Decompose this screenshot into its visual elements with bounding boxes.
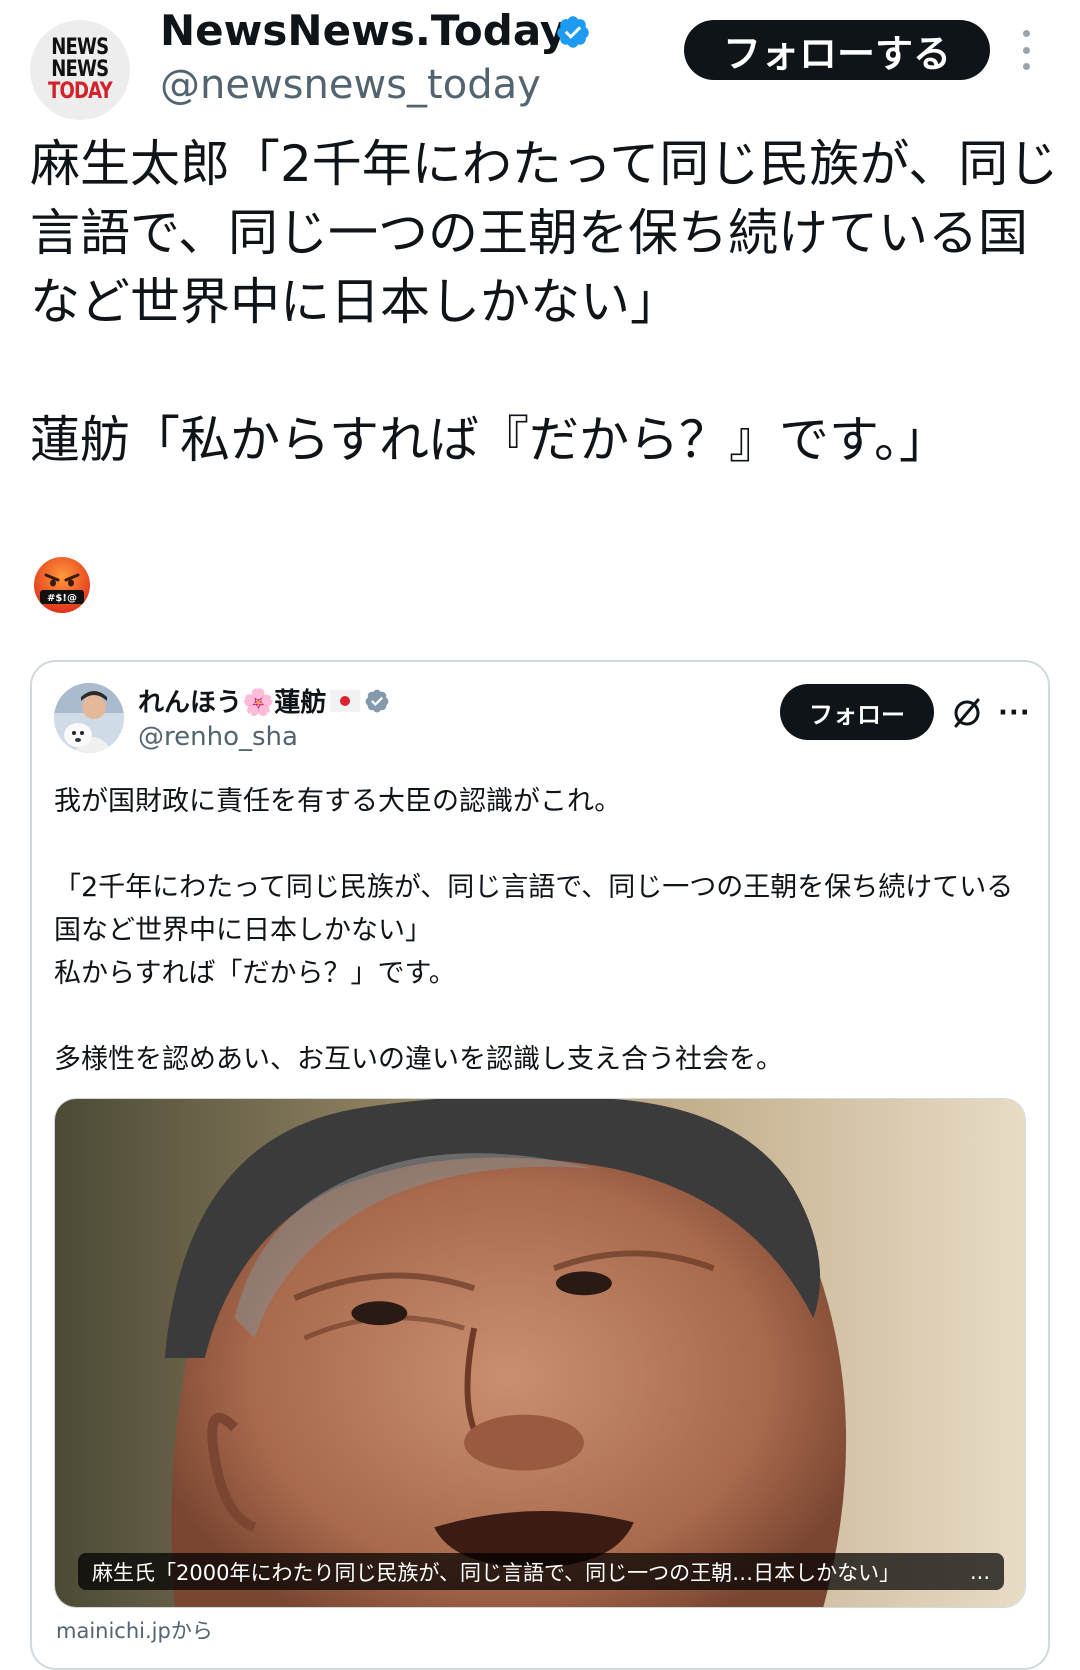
quoted-verified-badge-icon	[366, 689, 389, 712]
more-options-icon[interactable]	[1020, 30, 1032, 70]
quoted-display-name[interactable]: れんほう🌸蓮舫	[138, 682, 390, 719]
quoted-tweet-text: 我が国財政に責任を有する大臣の認識がこれ。 「2千年にわたって同じ民族が、同じ言…	[54, 786, 1014, 1075]
quoted-more-icon[interactable]: ···	[998, 698, 1031, 728]
quoted-display-name-text: れんほう🌸蓮舫	[138, 688, 327, 718]
article-caption-text: 麻生氏「2000年にわたり同じ民族が、同じ言語で、同じ一つの王朝…日本しかない」	[92, 1560, 901, 1585]
japan-flag-icon	[330, 689, 361, 712]
article-source[interactable]: mainichi.jpから	[56, 1615, 213, 1645]
logo-line-1: NEWS	[51, 35, 109, 60]
article-image[interactable]	[54, 1098, 1026, 1608]
account-avatar[interactable]: NEWS NEWS TODAY	[30, 20, 130, 120]
article-image-caption: 麻生氏「2000年にわたり同じ民族が、同じ言語で、同じ一つの王朝…日本しかない」…	[78, 1553, 1004, 1590]
grok-icon[interactable]	[950, 696, 984, 730]
verified-badge-icon	[557, 16, 589, 48]
quoted-follow-button[interactable]: フォロー	[780, 684, 934, 740]
article-caption-ellipsis: ...	[969, 1559, 990, 1584]
svg-text:#$!@: #$!@	[47, 593, 77, 604]
quoted-account-avatar[interactable]	[54, 683, 124, 753]
cursing-face-emoji-icon: #$!@	[34, 557, 90, 613]
follow-button[interactable]: フォローする	[684, 20, 990, 80]
tweet-text: 麻生太郎「2千年にわたって同じ民族が、同じ言語で、同じ一つの王朝を保ち続けている…	[30, 135, 1059, 469]
account-display-name[interactable]: NewsNews.Today	[160, 6, 567, 55]
account-handle[interactable]: @newsnews_today	[160, 62, 541, 108]
logo-line-2: NEWS	[51, 57, 109, 82]
quoted-handle[interactable]: @renho_sha	[138, 722, 298, 752]
logo-line-3: TODAY	[48, 79, 113, 104]
